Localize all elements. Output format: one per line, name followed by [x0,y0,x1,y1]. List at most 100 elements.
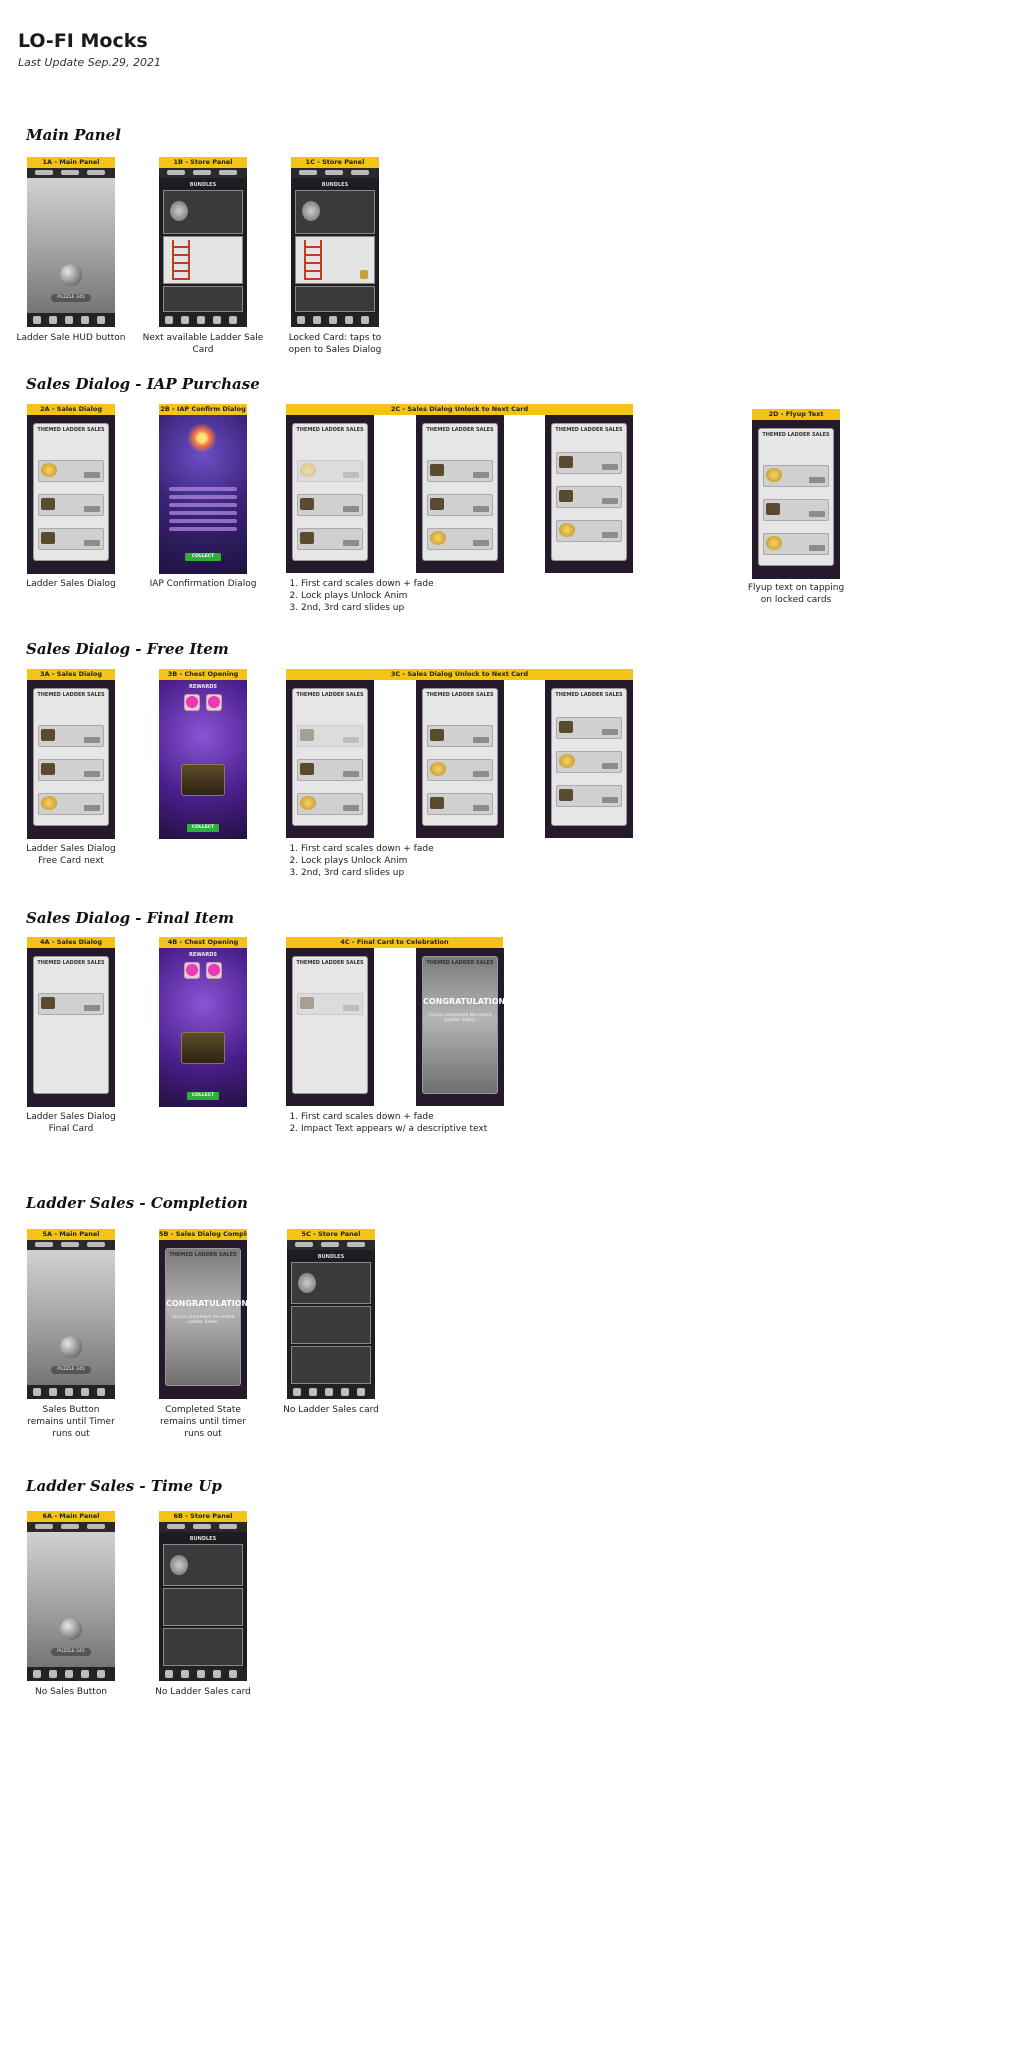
flyup-screen: THEMED LADDER SALES [752,420,840,579]
mock-card-5b: 5B - Sales Dialog Complete THEMED LADDER… [159,1229,247,1399]
exceptional-bundle-block [291,1346,371,1384]
sale-row[interactable] [427,793,493,815]
sale-row[interactable] [38,725,104,747]
caption-2b: IAP Confirmation Dialog [149,579,257,589]
locked-ladder-sale-card[interactable] [295,236,375,284]
card-header: 5B - Sales Dialog Complete [159,1229,247,1240]
dialog-title: THEMED LADDER SALES [426,692,494,698]
main-panel-screen: PUZZLE 245 [27,1240,115,1399]
mock-card-6a: 6A - Main Panel PUZZLE 245 [27,1511,115,1681]
starter-bundle-block [163,190,243,234]
store-panel-screen: BUNDLES [159,168,247,327]
sale-row[interactable] [427,494,493,516]
sale-row[interactable] [427,759,493,781]
ladder-sales-panel: THEMED LADDER SALES [292,688,368,826]
card-header: 1A - Main Panel [27,157,115,168]
sale-row[interactable] [297,528,363,550]
dialog-title: THEMED LADDER SALES [37,427,105,433]
mock-card-5c: 5C - Store Panel BUNDLES [287,1229,375,1399]
dialog-title: THEMED LADDER SALES [169,1252,237,1258]
chest-icon [181,764,225,796]
collect-button[interactable]: COLLECT [187,1092,219,1100]
hud-topbar [27,168,115,178]
sale-row[interactable] [38,460,104,482]
reward-badge [206,694,222,711]
caption-3a: Ladder Sales Dialog Free Card next [26,844,116,866]
step-item: First card scales down + fade [301,1111,487,1123]
collect-button[interactable]: COLLECT [187,824,219,832]
ladder-sales-panel: THEMED LADDER SALES [33,956,109,1094]
sale-row[interactable] [297,494,363,516]
dialog-title: THEMED LADDER SALES [296,692,364,698]
collect-button[interactable]: COLLECT [185,553,221,561]
sale-row[interactable] [427,460,493,482]
hud-topbar [287,1240,375,1250]
sales-dialog-screen: THEMED LADDER SALES [27,948,115,1107]
bundles-heading: BUNDLES [189,1536,217,1542]
store-panel-screen: BUNDLES [287,1240,375,1399]
dialog-title: THEMED LADDER SALES [37,692,105,698]
document-title: LO-FI Mocks [18,30,148,52]
sale-row[interactable] [556,717,622,739]
hud-bottombar [159,1667,247,1681]
mock-3c-frame-1: THEMED LADDER SALES [286,680,374,838]
sale-row[interactable] [763,499,829,521]
dialog-title: THEMED LADDER SALES [296,960,364,966]
hud-bottombar [287,1385,375,1399]
sale-row[interactable] [297,460,363,482]
hud-topbar [27,1240,115,1250]
exceptional-bundle-block [163,286,243,312]
mock-card-1c: 1C - Store Panel BUNDLES [291,157,379,327]
caption-1c: Locked Card: taps to open to Sales Dialo… [288,333,382,355]
reward-badge [184,962,200,979]
caption-6a: No Sales Button [34,1687,108,1697]
steps-4c: First card scales down + fade Impact Tex… [287,1111,487,1135]
sale-row[interactable] [763,533,829,555]
sale-row[interactable] [427,528,493,550]
sale-row[interactable] [297,725,363,747]
section-title-completion: Ladder Sales - Completion [26,1194,248,1212]
sale-row[interactable] [556,785,622,807]
ladder-sale-card[interactable] [163,236,243,284]
mock-card-6b: 6B - Store Panel BUNDLES [159,1511,247,1681]
chest-icon [181,1032,225,1064]
sale-row[interactable] [297,993,363,1015]
reward-badge [206,962,222,979]
sale-row[interactable] [38,759,104,781]
sale-row[interactable] [763,465,829,487]
step-item: First card scales down + fade [301,843,434,855]
mock-card-1a: 1A - Main Panel PUZZLE 245 [27,157,115,327]
sale-row[interactable] [556,452,622,474]
hud-topbar [27,1522,115,1532]
chest-opening-screen: REWARDS COLLECT [159,680,247,839]
sale-row[interactable] [38,993,104,1015]
hud-bottombar [27,313,115,327]
puzzle-pill: PUZZLE 245 [51,1366,91,1374]
sale-row[interactable] [556,520,622,542]
sale-row[interactable] [297,793,363,815]
section-title-main-panel: Main Panel [26,126,121,144]
caption-2d: Flyup text on tapping on locked cards [747,583,845,605]
mock-card-4a: 4A - Sales Dialog THEMED LADDER SALES [27,937,115,1107]
sale-row[interactable] [427,725,493,747]
ladder-sales-panel: THEMED LADDER SALES [33,423,109,561]
lock-icon [360,270,368,279]
caption-4a: Ladder Sales Dialog Final Card [26,1112,116,1134]
dialog-title: THEMED LADDER SALES [296,427,364,433]
mock-card-2b: 2B - IAP Confirm Dialog COLLECT [159,404,247,574]
sale-row[interactable] [38,494,104,516]
sale-row[interactable] [556,751,622,773]
ladder-sales-panel: THEMED LADDER SALES [292,956,368,1094]
sale-row[interactable] [38,528,104,550]
card-header: 2D - Flyup Text [752,409,840,420]
step-item: Lock plays Unlock Anim [301,590,434,602]
sale-row[interactable] [297,759,363,781]
exceptional-bundle-block [163,1628,243,1666]
puzzle-pill: PUZZLE 245 [51,1648,91,1656]
hud-bottombar [159,313,247,327]
bundles-heading: BUNDLES [321,182,349,188]
sale-row[interactable] [38,793,104,815]
bundle-block [291,1306,371,1344]
sale-row[interactable] [556,486,622,508]
mock-4c-frame-2: THEMED LADDER SALES CONGRATULATIONS You'… [416,948,511,1106]
